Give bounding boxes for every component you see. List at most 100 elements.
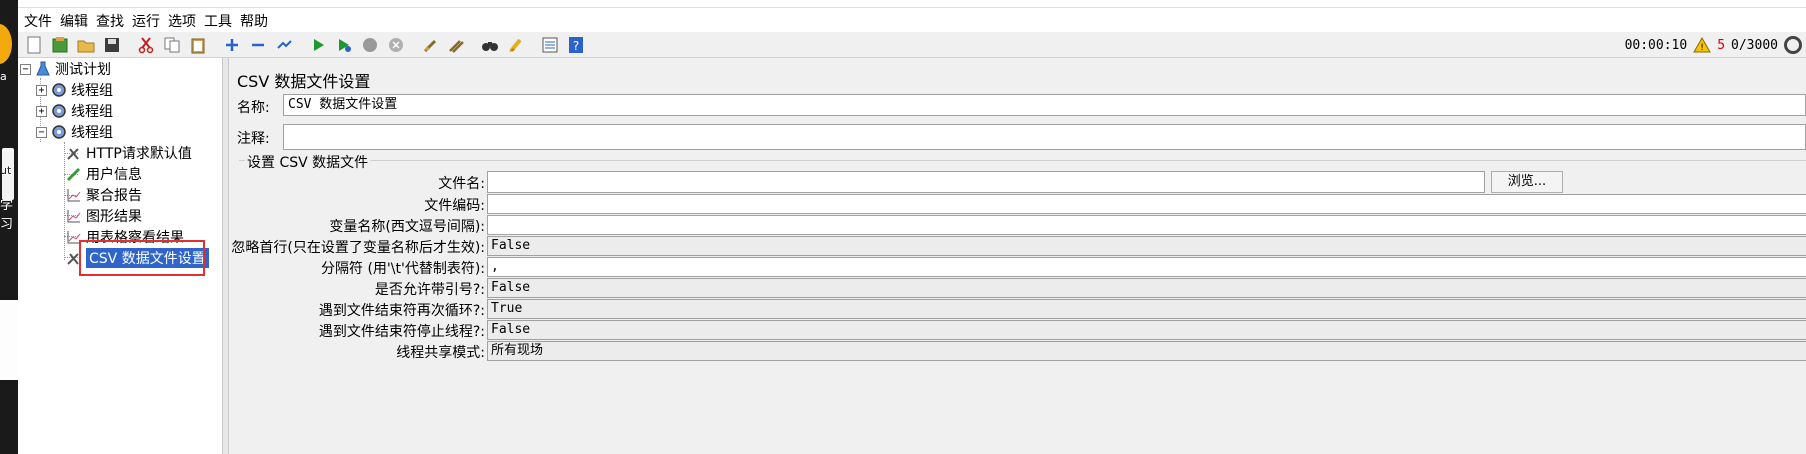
elapsed-timer: 00:00:10 (1624, 37, 1688, 53)
encoding-combo[interactable]: ▽ (487, 194, 1806, 214)
active-threads: 0/3000 (1731, 37, 1778, 53)
pencil-icon (66, 166, 82, 182)
expand-toggle[interactable]: + (36, 105, 47, 117)
ignore-first-line-label: 忽略首行(只在设置了变量名称后才生效): (231, 240, 485, 256)
expand-toggle[interactable]: + (36, 84, 47, 96)
csv-config-panel: CSV 数据文件设置 名称: CSV 数据文件设置 注释: 设置 CSV 数据文… (229, 58, 1806, 454)
stop-icon[interactable] (358, 34, 382, 56)
tree-node-user-params[interactable]: 用户信息 (66, 164, 142, 184)
paste-icon[interactable] (186, 34, 210, 56)
delimiter-input[interactable]: , (487, 257, 1806, 277)
tree-label: HTTP请求默认值 (86, 146, 192, 162)
wrench-icon (66, 145, 82, 161)
tree-node-http-defaults[interactable]: HTTP请求默认值 (66, 143, 192, 163)
delimiter-label: 分隔符 (用'\t'代替制表符): (321, 261, 485, 277)
tree-node-test-plan[interactable]: − 测试计划 (20, 59, 111, 79)
copy-icon[interactable] (160, 34, 184, 56)
group-divider (239, 160, 1806, 161)
clear-all-icon[interactable] (444, 34, 468, 56)
menu-options[interactable]: 选项 (166, 11, 202, 31)
variable-names-label: 变量名称(西文逗号间隔): (329, 219, 485, 235)
menu-edit[interactable]: 编辑 (58, 11, 94, 31)
recycle-on-eof-combo[interactable]: True▽ (487, 299, 1806, 319)
svg-text:?: ? (573, 39, 579, 53)
toggle-icon[interactable] (272, 34, 296, 56)
thread-group-gear-icon (51, 124, 67, 140)
desktop-app-icon (0, 24, 12, 64)
allow-quoted-combo[interactable]: False▽ (487, 278, 1806, 298)
tree-node-aggregate-report[interactable]: 聚合报告 (66, 185, 142, 205)
gear-icon[interactable] (1784, 36, 1802, 54)
cut-icon[interactable] (134, 34, 158, 56)
tree-label: 用户信息 (86, 167, 142, 183)
panel-title: CSV 数据文件设置 (237, 72, 371, 91)
menu-search[interactable]: 查找 (94, 11, 130, 31)
tree-label: 测试计划 (55, 62, 111, 78)
shutdown-icon[interactable] (384, 34, 408, 56)
tree-label: 线程组 (71, 83, 113, 99)
menu-tools[interactable]: 工具 (202, 11, 238, 31)
collapse-toggle[interactable]: − (36, 126, 47, 138)
help-icon[interactable]: ? (564, 34, 588, 56)
menu-bar: 文件 编辑 查找 运行 选项 工具 帮助 (18, 10, 1806, 32)
desktop-text-b: ut (0, 164, 12, 177)
encoding-label: 文件编码: (424, 198, 485, 214)
browse-button[interactable]: 浏览... (1491, 171, 1563, 193)
warning-icon[interactable]: ! (1693, 37, 1712, 53)
thread-group-gear-icon (51, 103, 67, 119)
name-field[interactable]: CSV 数据文件设置 (283, 94, 1806, 116)
recycle-on-eof-value: True (491, 301, 523, 316)
stop-thread-on-eof-combo[interactable]: False▽ (487, 320, 1806, 340)
allow-quoted-value: False (491, 280, 531, 295)
stop-thread-on-eof-label: 遇到文件结束符停止线程?: (318, 324, 485, 340)
menu-file[interactable]: 文件 (22, 11, 58, 31)
tree-label: 图形结果 (86, 209, 142, 225)
function-helper-icon[interactable] (538, 34, 562, 56)
start-icon[interactable] (306, 34, 330, 56)
sharing-mode-label: 线程共享模式: (396, 345, 485, 361)
desktop-text-c: 学习 (0, 198, 14, 232)
allow-quoted-label: 是否允许带引号?: (374, 282, 485, 298)
start-no-pause-icon[interactable] (332, 34, 356, 56)
open-icon[interactable] (74, 34, 98, 56)
clear-icon[interactable] (418, 34, 442, 56)
tree-label: 线程组 (71, 104, 113, 120)
stop-thread-on-eof-value: False (491, 322, 531, 337)
red-highlight-annotation (79, 240, 205, 276)
svg-text:!: ! (1700, 43, 1704, 53)
toolbar: ? 00:00:10 ! 5 0/3000 (18, 32, 1806, 58)
filename-input[interactable] (487, 171, 1485, 193)
menu-run[interactable]: 运行 (130, 11, 166, 31)
test-plan-tree: − 测试计划 + 线程组 + 线程组 − 线程组 HTTP请求默认值 用户信息 … (18, 58, 223, 454)
desktop-background: a ut 学习 (0, 0, 18, 454)
tree-label: 线程组 (71, 125, 113, 141)
search-icon[interactable] (478, 34, 502, 56)
desktop-text-a: a (0, 70, 7, 83)
tree-node-thread-group-1[interactable]: + 线程组 (36, 80, 113, 100)
variable-names-input[interactable] (487, 215, 1806, 235)
ignore-first-line-combo[interactable]: False▽ (487, 236, 1806, 256)
comment-field[interactable] (283, 124, 1806, 150)
tree-label: 聚合报告 (86, 188, 142, 204)
sharing-mode-value: 所有现场 (491, 343, 544, 358)
save-icon[interactable] (100, 34, 124, 56)
tree-node-graph-results[interactable]: 图形结果 (66, 206, 142, 226)
pane-splitter[interactable] (222, 58, 229, 454)
group-title: 设置 CSV 数据文件 (245, 152, 371, 172)
warning-count: 5 (1717, 37, 1726, 53)
collapse-toggle[interactable]: − (20, 63, 31, 75)
filename-label: 文件名: (438, 176, 485, 192)
tree-node-thread-group-2[interactable]: + 线程组 (36, 101, 113, 121)
chart-icon (66, 187, 82, 203)
templates-icon[interactable] (48, 34, 72, 56)
tree-node-thread-group-3[interactable]: − 线程组 (36, 122, 113, 142)
recycle-on-eof-label: 遇到文件结束符再次循环?: (318, 303, 485, 319)
collapse-icon[interactable] (246, 34, 270, 56)
name-label: 名称: (237, 100, 270, 116)
new-icon[interactable] (22, 34, 46, 56)
expand-icon[interactable] (220, 34, 244, 56)
reset-search-icon[interactable] (504, 34, 528, 56)
sharing-mode-combo[interactable]: 所有现场▽ (487, 341, 1806, 361)
menu-help[interactable]: 帮助 (238, 11, 274, 31)
comment-label: 注释: (237, 131, 270, 147)
